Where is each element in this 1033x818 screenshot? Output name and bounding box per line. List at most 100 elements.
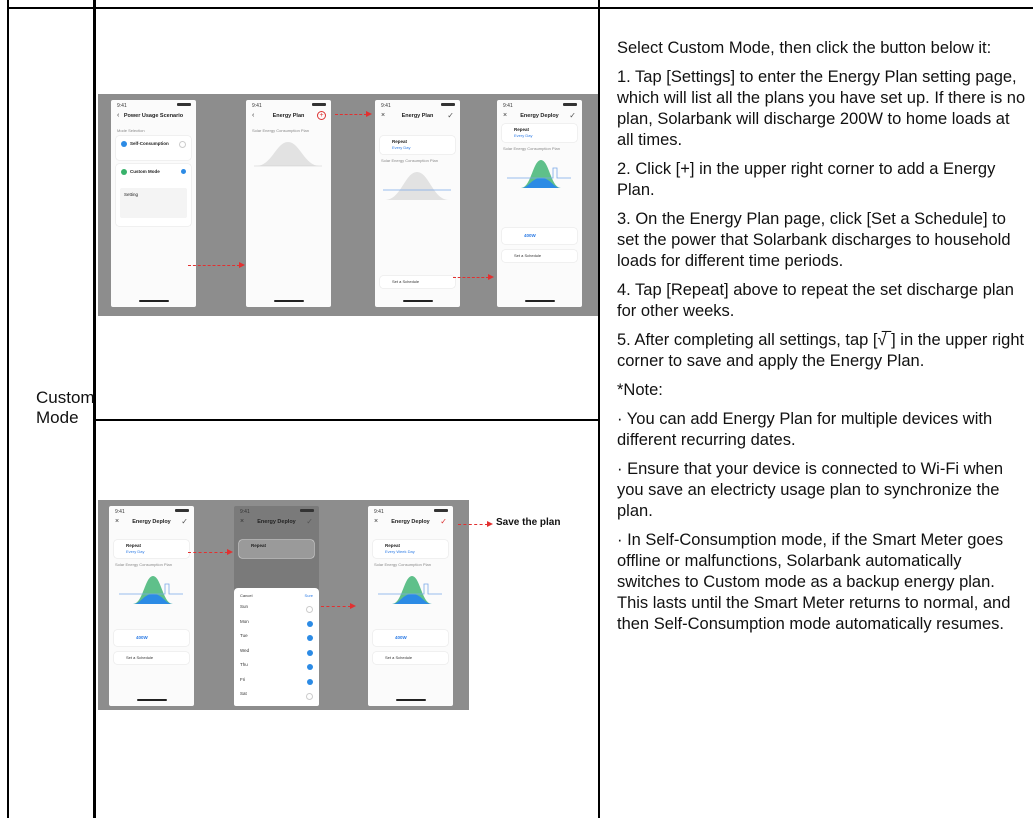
day-label: Mon [240,618,249,624]
save-check-icon[interactable]: ✓ [181,517,188,526]
chart-title: Solar Energy Consumption Plan [252,128,309,133]
section-heading: Mode Selection [117,128,145,133]
signal-icon [563,103,577,106]
cancel-button[interactable]: Cancel [240,593,252,598]
flow-arrow [188,548,233,555]
plan-chart [378,576,442,604]
schedule-label: Set a Schedule [385,655,413,660]
signal-icon [434,509,448,512]
step-2: 2. Click [+] in the upper right corner t… [617,160,996,199]
power-row[interactable]: 400W [114,630,189,646]
repeat-label: Repeat [392,139,408,144]
table-col-divider-2 [598,0,600,818]
unchecked-icon[interactable] [306,693,313,700]
set-schedule-button[interactable]: Set a Schedule [373,652,448,664]
setting-row[interactable]: Setting [120,188,187,218]
power-value: 400W [524,233,536,238]
mode-icon [121,169,127,175]
repeat-value: Every Day [392,145,411,150]
flow-arrow [453,273,494,280]
checked-icon[interactable] [307,649,313,656]
day-label: Sat [240,691,247,696]
day-option[interactable]: Wed [240,648,313,662]
section-label: Custom Mode [36,388,95,427]
repeat-row[interactable]: Repeat Every Week Day [373,540,448,558]
signal-icon [300,509,314,512]
day-option[interactable]: Sat [240,691,313,705]
schedule-label: Set a Schedule [514,253,542,258]
save-check-icon[interactable]: ✓ [440,517,447,526]
day-option[interactable]: Mon [240,619,313,633]
repeat-value: Every Week Day [385,549,415,554]
step-3: 3. On the Energy Plan page, click [Set a… [617,210,1011,270]
plan-chart [254,142,322,167]
chart-title: Solar Energy Consumption Plan [115,562,172,567]
day-picker-sheet: Cancel Sure Sun Mon Tue Wed Thu Fri Sat [234,588,319,706]
repeat-row[interactable]: Repeat Every Day [114,540,189,558]
save-check-icon[interactable]: ✓ [306,517,313,526]
custom-mode-card[interactable]: Custom Mode Setting [116,164,191,226]
repeat-label: Repeat [385,543,401,548]
schedule-label: Set a Schedule [126,655,154,660]
home-indicator [396,699,426,701]
flow-arrow [321,602,356,609]
flow-arrow [335,110,372,117]
step-4: 4. Tap [Repeat] above to repeat the set … [617,281,1014,320]
repeat-value: Every Day [126,549,145,554]
schedule-label: Set a Schedule [392,279,420,284]
day-label: Sun [240,604,249,609]
signal-icon [312,103,326,106]
repeat-row[interactable]: Repeat Every Day [380,136,455,154]
self-consumption-card[interactable]: Self-Consumption [116,136,191,160]
repeat-label: Repeat [251,543,267,548]
power-value: 400W [136,635,148,640]
set-schedule-button[interactable]: Set a Schedule [502,250,577,262]
day-option[interactable]: Fri [240,677,313,691]
day-option[interactable]: Tue [240,633,313,647]
day-option[interactable]: Thu [240,662,313,676]
day-label: Tue [240,633,248,638]
step-1: 1. Tap [Settings] to enter the Energy Pl… [617,68,1026,149]
signal-icon [177,103,191,106]
note-title: *Note: [617,381,663,399]
day-option[interactable]: Sun [240,604,313,618]
checked-icon[interactable] [307,620,313,627]
note-2: · Ensure that your device is connected t… [617,460,1004,520]
home-indicator [139,300,169,302]
chart-title: Solar Energy Consumption Plan [381,158,438,163]
repeat-row[interactable]: Repeat Every Day [502,124,577,142]
save-arrow [458,520,493,527]
repeat-value: Every Day [514,133,533,138]
repeat-row[interactable]: Repeat [239,540,314,558]
radio-selected-icon[interactable] [181,169,186,174]
signal-icon [441,103,455,106]
option-label: Custom Mode [130,169,160,174]
add-plan-icon[interactable]: + [317,111,326,120]
note-1: · You can add Energy Plan for multiple d… [617,410,993,449]
instructions: Select Custom Mode, then click the butto… [617,38,1029,643]
radio-icon[interactable] [179,141,186,148]
plan-chart [507,160,571,188]
chart-title: Solar Energy Consumption Plan [374,562,431,567]
confirm-button[interactable]: Sure [305,593,313,598]
set-schedule-button[interactable]: Set a Schedule [380,276,455,288]
home-indicator [274,300,304,302]
save-check-icon[interactable]: ✓ [569,111,576,120]
setting-label: Setting [124,192,139,197]
save-plan-callout: Save the plan [496,517,561,528]
power-value: 400W [395,635,407,640]
checked-icon[interactable] [307,635,313,641]
checked-icon[interactable] [307,678,313,685]
power-row[interactable]: 400W [373,630,448,646]
table-left-border [7,0,9,818]
set-schedule-button[interactable]: Set a Schedule [114,652,189,664]
save-check-icon[interactable]: ✓ [447,111,454,120]
repeat-label: Repeat [514,127,530,132]
checked-icon[interactable] [307,664,313,670]
phone-repeat-picker: 9:41 × Energy Deploy ✓ Repeat Cancel Sur… [234,506,319,706]
home-indicator [525,300,555,302]
phone-energy-deploy-before: 9:41 × Energy Deploy ✓ Repeat Every Day … [109,506,194,706]
unchecked-icon[interactable] [306,606,313,613]
mode-icon [121,141,127,147]
power-row[interactable]: 400W [502,228,577,244]
